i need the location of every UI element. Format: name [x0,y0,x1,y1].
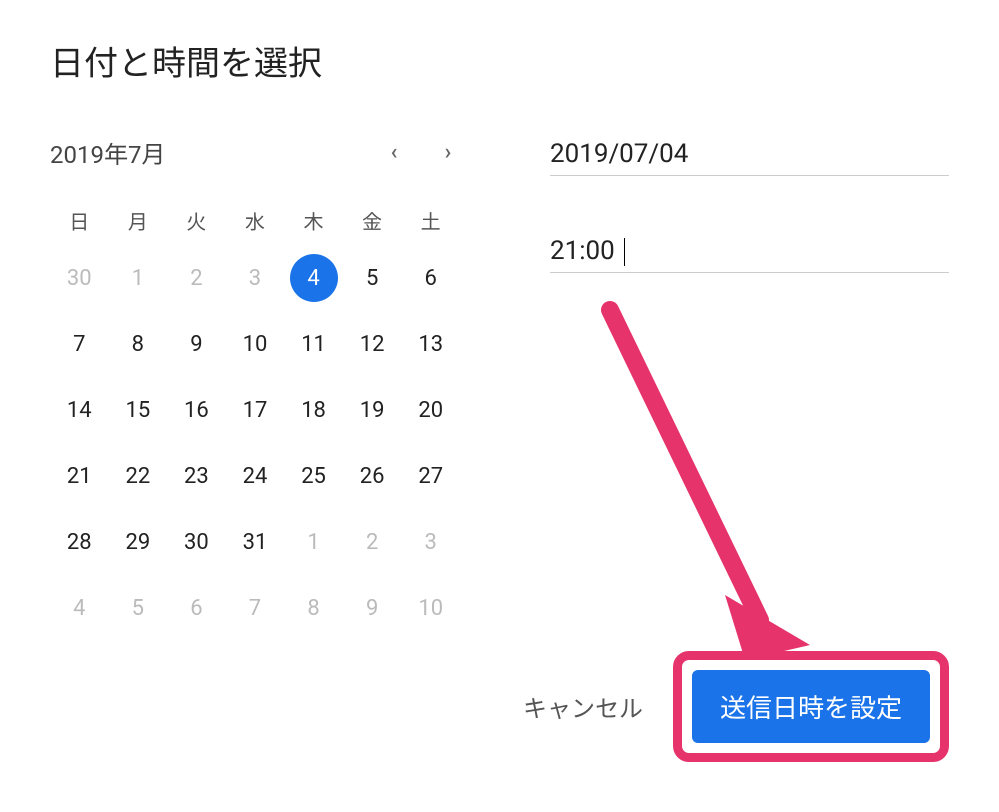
chevron-left-icon: ‹ [391,140,398,165]
calendar-day[interactable]: 19 [343,386,402,434]
calendar-day[interactable]: 10 [401,584,460,632]
actions-row: キャンセル 送信日時を設定 [511,651,949,762]
calendar-day[interactable]: 22 [109,452,168,500]
time-input[interactable] [550,236,949,266]
cancel-button[interactable]: キャンセル [511,673,655,740]
calendar-day[interactable]: 17 [226,386,285,434]
calendar-day[interactable]: 12 [343,320,402,368]
calendar-day[interactable]: 9 [343,584,402,632]
date-input[interactable] [550,139,949,169]
calendar-day[interactable]: 4 [284,254,343,302]
weekday-label: 金 [343,200,402,240]
calendar-day[interactable]: 8 [109,320,168,368]
calendar-header: 2019年7月 ‹ › [50,135,460,170]
calendar-day[interactable]: 26 [343,452,402,500]
calendar-day[interactable]: 1 [284,518,343,566]
calendar-day[interactable]: 16 [167,386,226,434]
calendar-day[interactable]: 27 [401,452,460,500]
content-row: 2019年7月 ‹ › 日月火水木金土 30123456789101112131… [50,135,949,632]
calendar-day[interactable]: 13 [401,320,460,368]
calendar-day[interactable]: 30 [50,254,109,302]
calendar-day[interactable]: 10 [226,320,285,368]
calendar-day[interactable]: 3 [226,254,285,302]
calendar-day[interactable]: 5 [109,584,168,632]
calendar-day[interactable]: 8 [284,584,343,632]
calendar-day[interactable]: 7 [50,320,109,368]
calendar-day[interactable]: 25 [284,452,343,500]
calendar-day[interactable]: 14 [50,386,109,434]
calendar-day[interactable]: 9 [167,320,226,368]
calendar-day[interactable]: 6 [401,254,460,302]
text-cursor [624,238,625,266]
calendar-day[interactable]: 31 [226,518,285,566]
submit-button[interactable]: 送信日時を設定 [692,670,930,743]
calendar-day[interactable]: 24 [226,452,285,500]
calendar-day[interactable]: 4 [50,584,109,632]
weekday-label: 水 [226,200,285,240]
calendar-day[interactable]: 28 [50,518,109,566]
calendar-day[interactable]: 2 [167,254,226,302]
weekday-label: 月 [109,200,168,240]
calendar-day[interactable]: 30 [167,518,226,566]
weekday-label: 日 [50,200,109,240]
calendar-day[interactable]: 15 [109,386,168,434]
calendar-day[interactable]: 21 [50,452,109,500]
weekday-label: 火 [167,200,226,240]
weekday-label: 木 [284,200,343,240]
calendar-day[interactable]: 3 [401,518,460,566]
month-nav: ‹ › [382,141,460,165]
month-label: 2019年7月 [50,135,165,170]
fields-panel [550,135,949,632]
calendar-day[interactable]: 23 [167,452,226,500]
calendar-day[interactable]: 1 [109,254,168,302]
calendar-day[interactable]: 6 [167,584,226,632]
calendar-panel: 2019年7月 ‹ › 日月火水木金土 30123456789101112131… [50,135,460,632]
weekday-row: 日月火水木金土 [50,200,460,240]
calendar-day[interactable]: 18 [284,386,343,434]
days-grid: 3012345678910111213141516171819202122232… [50,254,460,632]
calendar-day[interactable]: 29 [109,518,168,566]
calendar-day[interactable]: 2 [343,518,402,566]
prev-month-button[interactable]: ‹ [382,141,406,165]
time-field-wrapper [550,236,949,273]
next-month-button[interactable]: › [436,141,460,165]
calendar-day[interactable]: 11 [284,320,343,368]
chevron-right-icon: › [445,140,452,165]
date-field-wrapper [550,139,949,176]
calendar-day[interactable]: 5 [343,254,402,302]
dialog-title: 日付と時間を選択 [50,36,949,85]
calendar-day[interactable]: 7 [226,584,285,632]
calendar-day[interactable]: 20 [401,386,460,434]
submit-button-highlight: 送信日時を設定 [673,651,949,762]
weekday-label: 土 [401,200,460,240]
